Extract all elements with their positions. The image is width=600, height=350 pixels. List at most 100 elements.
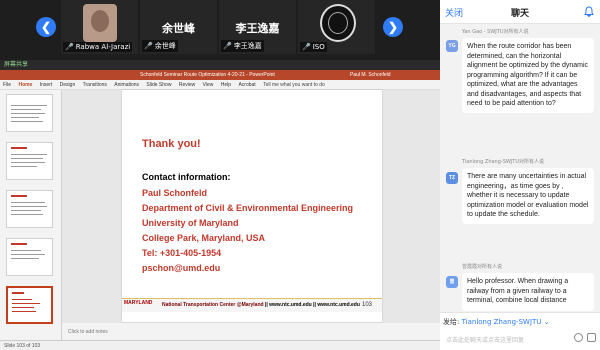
slide-thank-you: Thank you! — [142, 138, 201, 150]
participant-label: 🎤 李王逸嘉 — [221, 40, 264, 52]
chat-title: 聊天 — [510, 9, 529, 19]
footer-url: www.ntc.umd.edu — [269, 302, 312, 308]
participant-name: ISO — [312, 43, 325, 51]
thumb-line — [12, 311, 36, 312]
gallery-prev-button[interactable]: ❮ — [36, 17, 56, 37]
menu-insert[interactable]: Insert — [40, 82, 53, 88]
slide-thumbnail[interactable] — [6, 94, 53, 132]
chat-message[interactable]: When the route corridor has been determi… — [462, 38, 594, 113]
status-bar: Slide 103 of 103 — [0, 340, 440, 350]
video-gallery: ❮ 🎤 Rabwa Al-Jarazi 余世峰 🎤 余世峰 李王逸嘉 🎤 李王逸嘉 🎤… — [0, 0, 440, 60]
menu-acrobat[interactable]: Acrobat — [238, 82, 255, 88]
participant-name: 余世峰 — [154, 42, 176, 50]
slide-thumbnail-pane — [0, 90, 62, 340]
avatar: YG — [446, 40, 458, 52]
editor-area: Thank you! Contact information: Paul Sch… — [0, 90, 440, 340]
screen: ❮ 🎤 Rabwa Al-Jarazi 余世峰 🎤 余世峰 李王逸嘉 🎤 李王逸嘉 🎤… — [0, 0, 600, 350]
footer-text: National Transportation Center @Maryland… — [162, 302, 360, 308]
footer-url: www.ntc.umd.edu — [317, 302, 360, 308]
menu-slide-show[interactable]: Slide Show — [146, 82, 171, 88]
slide-page-number: 103 — [361, 302, 372, 308]
chat-message[interactable]: There are many uncertainties in actual e… — [462, 168, 594, 224]
contact-name: Paul Schonfeld — [142, 188, 208, 198]
contact-university: University of Maryland — [142, 218, 239, 228]
thumb-line — [12, 303, 40, 304]
maryland-logo: MARYLAND — [124, 300, 153, 306]
participant-tile[interactable]: 李王逸嘉 🎤 李王逸嘉 — [219, 0, 296, 54]
thumb-line — [12, 307, 34, 308]
thumb-line — [11, 109, 41, 110]
slide-thumbnail[interactable] — [6, 190, 53, 228]
shared-powerpoint-window: 屏幕共享 Schonfeld Seminar Route Optimizatio… — [0, 60, 440, 350]
thumb-line — [11, 210, 41, 211]
ribbon-menu: File Home Insert Design Transitions Anim… — [0, 80, 440, 90]
current-slide[interactable]: Thank you! Contact information: Paul Sch… — [122, 90, 382, 322]
contact-phone: Tel: +301-405-1954 — [142, 248, 222, 258]
mic-muted-icon: 🎤 — [144, 42, 153, 50]
thumb-title — [12, 292, 24, 294]
contact-address: College Park, Maryland, USA — [142, 233, 266, 243]
chevron-down-icon: ⌄ — [543, 318, 550, 326]
thumb-line — [11, 258, 39, 259]
chat-input[interactable]: 点击此处聊天或点击这里回复 — [446, 335, 524, 344]
university-seal-icon — [320, 4, 356, 42]
participant-face — [91, 10, 109, 32]
menu-transitions[interactable]: Transitions — [83, 82, 107, 88]
thumb-line — [11, 166, 37, 167]
footer-center: National Transportation Center @Maryland — [162, 302, 264, 308]
notes-pane[interactable]: Click to add notes — [62, 323, 440, 340]
message-sender: Tianlong Zhang-SWJTU对所有人说 — [462, 159, 545, 165]
file-icon[interactable] — [587, 333, 596, 342]
emoji-icon[interactable] — [574, 333, 583, 342]
menu-design[interactable]: Design — [60, 82, 76, 88]
menu-animations[interactable]: Animations — [114, 82, 139, 88]
thumb-line — [12, 299, 32, 300]
avatar: TZ — [446, 172, 458, 184]
menu-home[interactable]: Home — [18, 82, 32, 88]
window-title: Schonfeld Seminar Route Optimization 4-2… — [140, 72, 275, 78]
participant-tile[interactable]: 🎤 ISO — [298, 0, 375, 54]
user-name: Paul M. Schonfeld — [350, 72, 391, 78]
participant-name: Rabwa Al-Jarazi — [75, 43, 131, 51]
mic-muted-icon: 🎤 — [223, 42, 232, 50]
participant-label: 🎤 Rabwa Al-Jarazi — [63, 42, 133, 52]
slide-counter: Slide 103 of 103 — [4, 343, 41, 349]
thumb-title — [11, 147, 27, 149]
thumb-line — [11, 162, 45, 163]
gallery-next-button[interactable]: ❯ — [383, 17, 403, 37]
contact-email: pschon@umd.edu — [142, 263, 221, 273]
participant-tile[interactable]: 余世峰 🎤 余世峰 — [140, 0, 217, 54]
menu-review[interactable]: Review — [179, 82, 195, 88]
menu-view[interactable]: View — [203, 82, 214, 88]
slide-thumbnail[interactable] — [6, 238, 53, 276]
send-to-selector[interactable]: 发给: Tianlong Zhang-SWJTU ⌄ — [443, 317, 550, 327]
participant-tile[interactable]: 🎤 Rabwa Al-Jarazi — [61, 0, 138, 54]
menu-help[interactable]: Help — [221, 82, 231, 88]
thumb-line — [11, 254, 45, 255]
menu-file[interactable]: File — [3, 82, 11, 88]
send-to-target: Tianlong Zhang-SWJTU — [461, 318, 542, 326]
title-bar: Schonfeld Seminar Route Optimization 4-2… — [0, 70, 440, 80]
bell-icon[interactable] — [584, 6, 594, 17]
chat-compose: 发给: Tianlong Zhang-SWJTU ⌄ 点击此处聊天或点击这里回复 — [440, 312, 600, 350]
mic-muted-icon: 🎤 — [302, 43, 311, 51]
message-sender: 曾霞霞对所有人说 — [462, 264, 503, 270]
slide-thumbnail[interactable] — [6, 142, 53, 180]
thumb-line — [11, 206, 47, 207]
tell-me-search[interactable]: Tell me what you want to do — [263, 82, 325, 88]
thumb-title — [11, 195, 27, 197]
thumb-line — [11, 117, 39, 118]
participant-display-name: 余世峰 — [162, 22, 195, 35]
send-to-label: 发给: — [443, 318, 460, 326]
participant-label: 🎤 ISO — [300, 42, 327, 52]
mic-muted-icon: 🎤 — [65, 43, 74, 51]
avatar: 曾 — [446, 276, 458, 288]
thumb-line — [11, 105, 47, 106]
thumb-line — [11, 214, 43, 215]
contact-heading: Contact information: — [142, 172, 231, 182]
participant-video — [83, 4, 117, 42]
participant-display-name: 李王逸嘉 — [235, 22, 280, 35]
chat-message[interactable]: Hello professor. When drawing a railway … — [462, 273, 594, 311]
chat-panel: 关闭 聊天 Yan Gao - SWJTU对所有人说 YG When the r… — [440, 0, 600, 350]
slide-thumbnail-active[interactable] — [6, 286, 53, 324]
